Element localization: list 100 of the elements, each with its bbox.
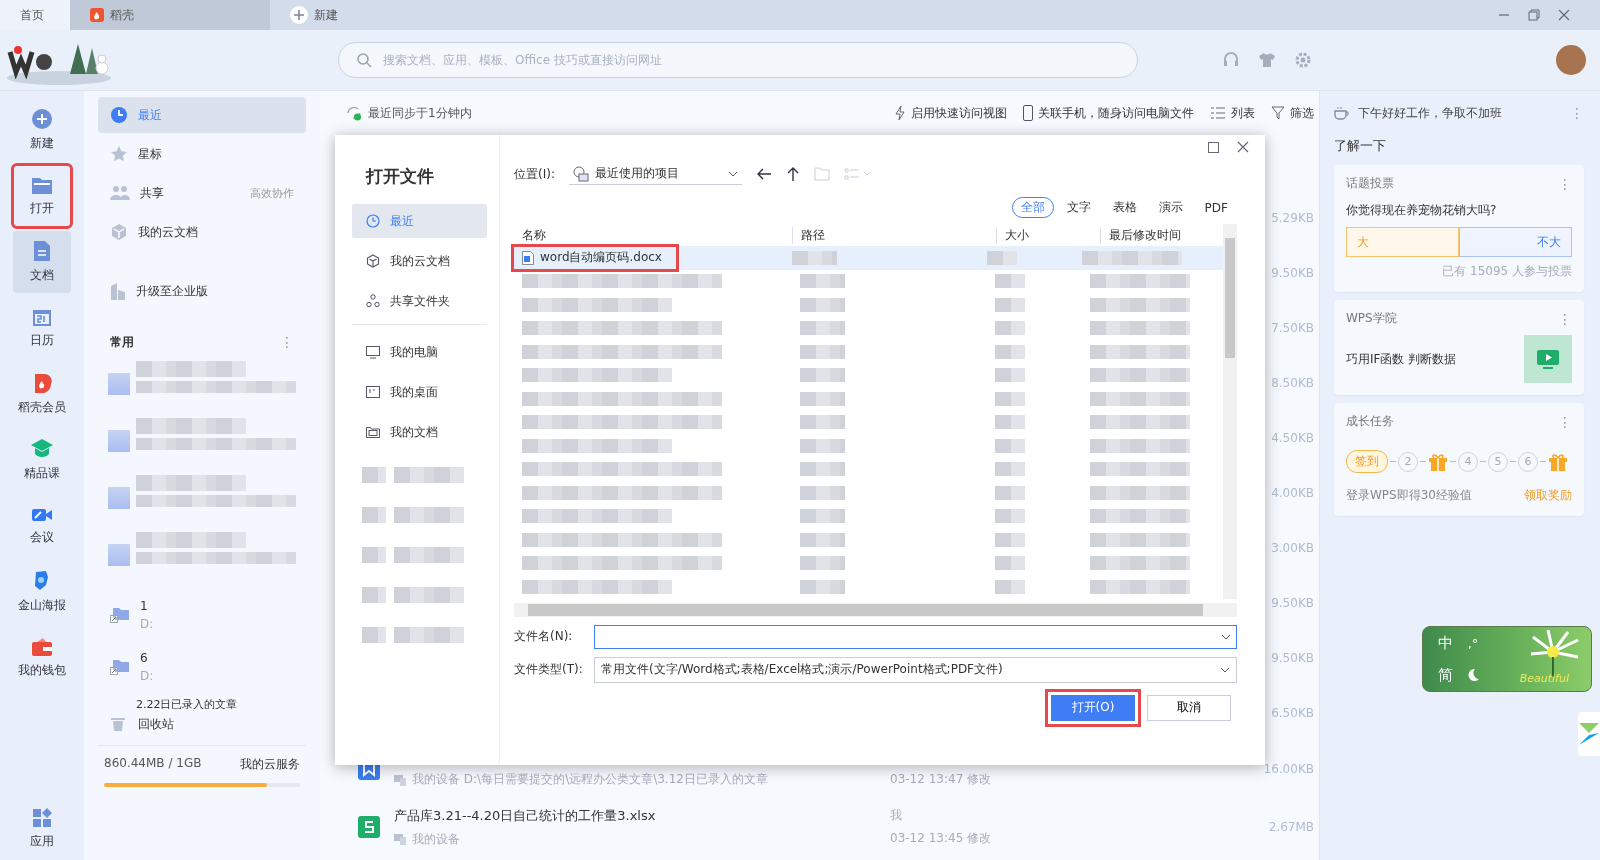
column-header[interactable]: 大小 [996, 226, 1100, 244]
location-dropdown[interactable]: 最近使用的项目 [568, 163, 742, 185]
floating-widget-icon[interactable] [1578, 712, 1600, 756]
rail-item[interactable]: 我的钱包 [13, 627, 71, 689]
moon-icon[interactable] [1466, 668, 1480, 683]
file-size: 4.50KB [1271, 430, 1314, 445]
place-item[interactable]: 我的文档 [352, 415, 487, 449]
poll-count: 已有 15095 人参与投票 [1441, 263, 1572, 280]
file-time: 03-12 13:47 修改 [890, 770, 993, 788]
file-size: 9.50KB [1271, 265, 1314, 280]
blurred-text [362, 547, 386, 563]
place-item[interactable]: 共享文件夹 [352, 284, 487, 318]
rail-item[interactable]: 会议 [13, 495, 71, 557]
place-item[interactable]: 我的桌面 [352, 375, 487, 409]
view-options-icon[interactable] [843, 167, 872, 181]
filetype-dropdown[interactable]: 常用文件(文字/Word格式;表格/Excel格式;演示/PowerPoint格式;PDF文件) [594, 656, 1237, 683]
filter-tab[interactable]: 演示 [1149, 197, 1192, 218]
poll-option[interactable]: 不大 [1459, 227, 1572, 257]
toolbar-button[interactable]: 启用快速访问视图 [894, 104, 1007, 122]
language-toggle[interactable]: 中 [1437, 633, 1453, 653]
close-icon[interactable] [1237, 141, 1249, 153]
file-row[interactable]: 产品库3.21--4.20日自己统计的工作量3.xlsx 我的设备 我 03-12 13:45 修改 2.67MB [346, 798, 1314, 856]
nav-item[interactable]: 星标 [98, 136, 306, 172]
blurred-text [394, 507, 464, 523]
file-owner: 我 [890, 807, 903, 824]
folder-item[interactable]: 6 D: [98, 641, 306, 693]
toolbar-button[interactable]: 筛选 [1271, 104, 1314, 122]
settings-icon[interactable] [1294, 51, 1312, 69]
script-toggle[interactable]: 简 [1437, 665, 1453, 685]
scrollbar[interactable] [1223, 224, 1237, 599]
cube-icon [110, 223, 128, 241]
nav-item[interactable]: 共享 高效协作 [98, 175, 306, 211]
blurred-text [995, 532, 1025, 547]
rail-item[interactable]: 日历 [13, 297, 71, 359]
device-icon [394, 833, 406, 845]
search-field[interactable]: 搜索文档、应用、模板、Office 技巧或直接访问网址 [338, 42, 1138, 78]
tab[interactable]: 新建 [270, 0, 358, 30]
filter-tab[interactable]: PDF [1195, 197, 1237, 218]
filter-icon [1271, 106, 1285, 120]
file-size: 9.50KB [1271, 595, 1314, 610]
cube-icon [366, 254, 380, 268]
nav-item[interactable]: 我的云文档 [98, 214, 306, 250]
rail-item[interactable]: 稻壳会员 [13, 363, 71, 425]
field-label: 文件名(N): [514, 628, 574, 645]
blurred-text [800, 579, 845, 594]
trash-item[interactable]: 回收站 [98, 709, 306, 746]
rail-item[interactable]: 新建 [13, 99, 71, 161]
column-header[interactable]: 名称 [514, 226, 792, 244]
cancel-button[interactable]: 取消 [1147, 694, 1231, 721]
maximize-icon[interactable] [1208, 141, 1219, 153]
back-arrow-icon[interactable] [755, 167, 772, 181]
up-arrow-icon[interactable] [785, 166, 800, 182]
blurred-text [995, 556, 1025, 571]
folder-item[interactable]: 1 D: [98, 589, 306, 641]
column-header[interactable]: 路径 [792, 226, 996, 244]
scrollbar[interactable] [514, 602, 1237, 617]
input-method-toolbar[interactable]: 中 简 ,° Beautiful [1422, 626, 1592, 692]
headset-icon[interactable] [1222, 51, 1240, 69]
card-title: WPS学院 [1346, 310, 1397, 327]
nav-item-text[interactable]: 2.22日已录入的文章 [98, 697, 306, 709]
lesson-title[interactable]: 巧用IF函数 判断数据 [1346, 350, 1457, 368]
rail-item[interactable]: 文档 [13, 231, 71, 293]
filename-field[interactable] [594, 624, 1237, 649]
blurred-text [394, 627, 464, 643]
plus-icon [31, 108, 53, 130]
video-thumbnail[interactable] [1524, 335, 1572, 383]
folder-shortcut-icon [110, 658, 130, 676]
column-header[interactable]: 最后修改时间 [1100, 226, 1181, 244]
restore-icon[interactable] [1528, 9, 1540, 21]
tab[interactable]: 稻壳 [70, 0, 270, 30]
blurred-text [800, 274, 845, 289]
toolbar-button[interactable]: 关联手机，随身访问电脑文件 [1023, 104, 1194, 122]
storage-text: 860.44MB / 1GB [104, 756, 202, 772]
blurred-text [995, 321, 1025, 336]
field-label: 文件类型(T): [514, 661, 584, 678]
file-location: 我的设备 [394, 830, 864, 848]
rail-item[interactable]: 打开 [13, 165, 71, 227]
blurred-text [362, 587, 386, 603]
rail-item[interactable]: 金山海报 [13, 561, 71, 623]
shirt-icon[interactable] [1258, 51, 1276, 69]
tab[interactable]: 首页 [0, 0, 70, 30]
toolbar-button[interactable]: 列表 [1210, 104, 1255, 122]
cloud-service-link[interactable]: 我的云服务 [240, 756, 300, 773]
greeting-text: 下午好好工作，争取不加班 [1358, 104, 1503, 122]
avatar[interactable] [1556, 45, 1586, 75]
rail-item[interactable]: 应用 [13, 798, 71, 860]
new-folder-icon[interactable] [813, 167, 830, 181]
rail-item[interactable]: 精品课 [13, 429, 71, 491]
spreadsheet-file-icon [358, 816, 380, 838]
filter-tab[interactable]: 表格 [1103, 197, 1146, 218]
close-icon[interactable] [1558, 9, 1570, 21]
open-button[interactable]: 打开(O) [1051, 694, 1135, 721]
blurred-text [995, 297, 1025, 312]
blurred-text [995, 368, 1025, 383]
nav-item[interactable]: 升级至企业版 [98, 273, 306, 309]
place-item[interactable]: 我的云文档 [352, 244, 487, 278]
place-item[interactable]: 我的电脑 [352, 335, 487, 369]
gift-icon [1428, 451, 1448, 472]
chevron-down-icon [727, 170, 738, 177]
filter-tab[interactable]: 文字 [1057, 197, 1100, 218]
